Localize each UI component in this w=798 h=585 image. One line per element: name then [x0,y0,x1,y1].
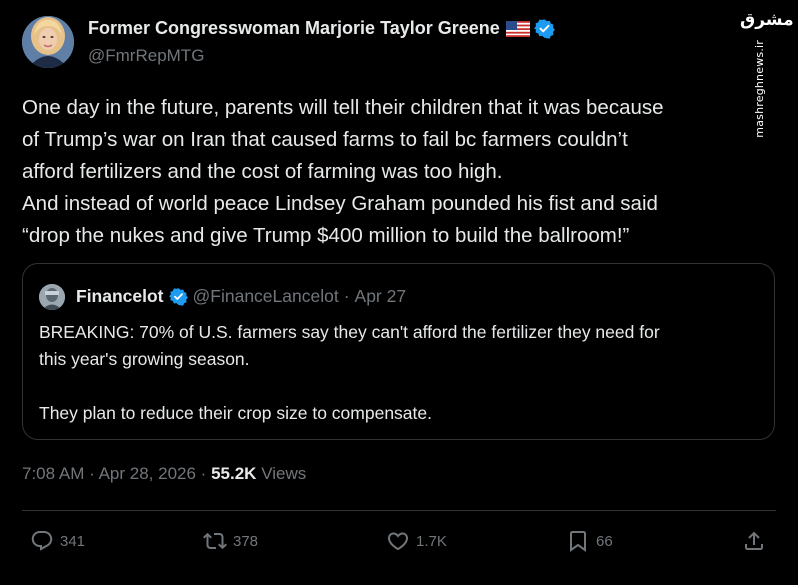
reply-icon [30,529,54,553]
tweet-line: One day in the future, parents will tell… [22,96,664,119]
verified-badge-icon [168,287,188,306]
quoted-tweet-card[interactable]: Financelot @FinanceLancelot · Apr 27 BRE… [22,263,775,440]
tweet-line: of Trump’s war on Iran that caused farms… [22,128,628,151]
bookmark-button[interactable]: 66 [566,529,613,553]
quoted-author-name[interactable]: Financelot [76,286,164,307]
like-icon [386,529,410,553]
separator-dot: · [89,464,95,483]
author-name-row[interactable]: Former Congresswoman Marjorie Taylor Gre… [88,18,555,39]
tweet-date[interactable]: Apr 28, 2026 [99,464,196,483]
views-count: 55.2K [211,464,257,483]
author-handle[interactable]: @FmrRepMTG [88,46,204,66]
quoted-line: They plan to reduce their crop size to c… [39,403,432,423]
share-button[interactable] [742,529,766,553]
like-button[interactable]: 1.7K [386,529,447,553]
tweet-time[interactable]: 7:08 AM [22,464,84,483]
action-bar: 341 378 1.7K 66 [0,527,798,561]
quoted-date[interactable]: Apr 27 [355,286,407,307]
author-avatar[interactable] [22,16,74,68]
tweet-meta: 7:08 AM · Apr 28, 2026 · 55.2K Views [22,464,306,484]
repost-button[interactable]: 378 [203,529,258,553]
quoted-author-avatar[interactable] [39,284,65,310]
bookmark-count: 66 [596,532,613,550]
us-flag-icon [505,20,530,37]
divider [22,510,776,511]
repost-icon [203,529,227,553]
verified-badge-icon [533,18,555,39]
tweet-text: One day in the future, parents will tell… [22,92,767,252]
share-icon [742,529,766,553]
tweet-line: afford fertilizers and the cost of farmi… [22,160,503,183]
views-label: Views [261,464,307,483]
quoted-header: Financelot @FinanceLancelot · Apr 27 [76,286,406,307]
repost-count: 378 [233,532,259,550]
tweet-line: “drop the nukes and give Trump $400 mill… [22,224,630,247]
tweet-line: And instead of world peace Lindsey Graha… [22,192,658,215]
separator-dot: · [343,286,350,306]
separator-dot: · [200,464,207,483]
quoted-line: this year's growing season. [39,349,250,369]
quoted-text: BREAKING: 70% of U.S. farmers say they c… [39,319,764,427]
quoted-line: BREAKING: 70% of U.S. farmers say they c… [39,322,660,342]
like-count: 1.7K [416,532,447,550]
watermark-logo: مشرق [740,10,794,30]
bookmark-icon [566,529,590,553]
reply-button[interactable]: 341 [30,529,85,553]
quoted-author-handle[interactable]: @FinanceLancelot [193,286,339,307]
author-name[interactable]: Former Congresswoman Marjorie Taylor Gre… [88,18,500,39]
reply-count: 341 [60,532,86,550]
